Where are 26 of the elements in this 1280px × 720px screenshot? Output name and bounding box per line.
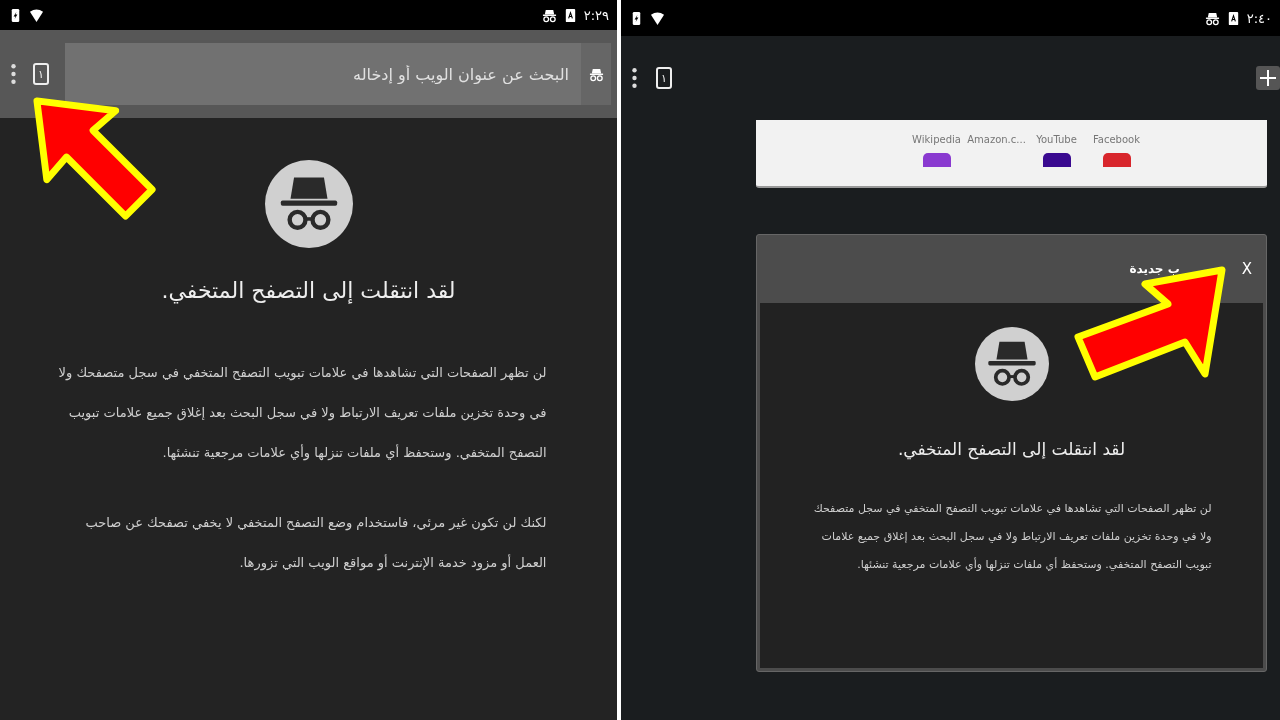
incognito-paragraph: لن تظهر الصفحات التي تشاهدها في علامات تبويب التصفح المتخفي في سجل متصفحك ولا في وحدة تخزين ملفات تعريف الارتباط ولا في سجل البحث بعد إغلاق جميع علامات تبويب التصفح المتخفي. وستحفظ أي ملفات تنزلها وأي علامات مرجعية تنشئها.	[812, 501, 1212, 573]
shortcut-label[interactable]: Amazon.c...	[968, 134, 1025, 145]
shortcut-icon[interactable]	[1042, 153, 1071, 167]
incognito-heading: لقد انتقلت إلى التصفح المتخفي.	[161, 278, 456, 303]
incognito-icon	[264, 160, 353, 248]
close-button[interactable]: X	[1239, 260, 1254, 278]
incognito-heading: لقد انتقلت إلى التصفح المتخفي.	[897, 439, 1126, 459]
wifi-icon	[29, 7, 44, 23]
incognito-icon	[1204, 10, 1220, 26]
tab-title: ب جديدة	[1129, 262, 1180, 276]
menu-icon[interactable]	[631, 67, 638, 89]
tab-switcher-button[interactable]: ١	[33, 63, 49, 85]
wifi-icon	[650, 10, 665, 26]
incognito-paragraph: لكنك لن تكون غير مرئي، فاستخدام وضع التصفح المتخفي لا يخفي تصفحك عن صاحب العمل أو مزود خدمة الإنترنت أو مواقع الويب التي تزورها.	[84, 514, 547, 573]
shortcut-icon[interactable]	[922, 153, 951, 167]
status-time: ٢:٢٩	[583, 7, 609, 23]
tab-switcher-button[interactable]: ١	[656, 67, 672, 89]
shortcut-label[interactable]: Facebook	[1088, 134, 1145, 145]
incognito-icon	[541, 7, 557, 23]
shortcut-label[interactable]: Wikipedia	[908, 134, 965, 145]
menu-icon[interactable]	[10, 63, 17, 85]
incognito-icon	[974, 327, 1049, 401]
incognito-icon	[588, 66, 604, 82]
shortcut-label[interactable]: YouTube	[1028, 134, 1085, 145]
status-time: ٢:٤٠	[1246, 10, 1272, 26]
incognito-paragraph: لن تظهر الصفحات التي تشاهدها في علامات تبويب التصفح المتخفي في سجل متصفحك ولا في وحدة تخزين ملفات تعريف الارتباط ولا في سجل البحث بعد إغلاق جميع علامات تبويب التصفح المتخفي. وستحفظ أي ملفات تنزلها وأي علامات مرجعية تنشئها.	[57, 364, 547, 463]
